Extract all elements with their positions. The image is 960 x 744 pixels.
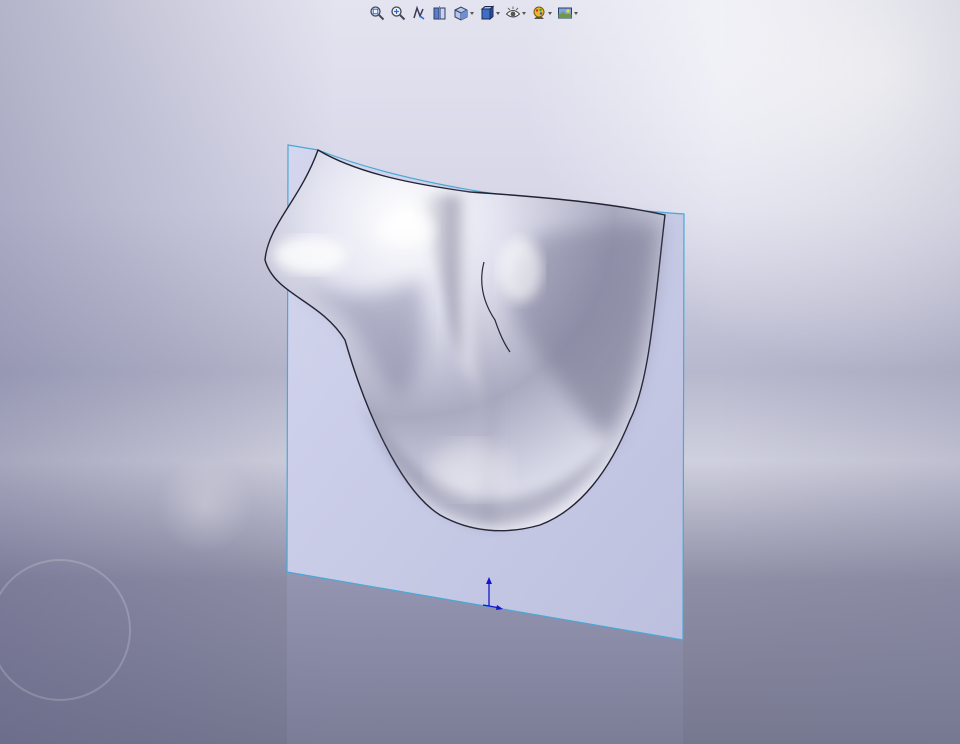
apply-scene-dropdown-caret[interactable] xyxy=(574,11,578,15)
zoom-to-fit-icon xyxy=(370,6,385,21)
display-style-icon xyxy=(480,5,495,21)
edit-appearance-dropdown-caret[interactable] xyxy=(548,11,552,15)
surface-highlight xyxy=(274,237,346,273)
hide-show-items-button[interactable] xyxy=(504,4,527,22)
heads-up-view-toolbar xyxy=(368,3,579,23)
display-style-dropdown-caret[interactable] xyxy=(496,11,500,15)
apply-scene-button[interactable] xyxy=(556,4,579,22)
view-orientation-dropdown-caret[interactable] xyxy=(470,11,474,15)
zoom-to-area-button[interactable] xyxy=(389,4,407,22)
section-view-button[interactable] xyxy=(431,4,449,22)
lens-glare xyxy=(0,559,131,701)
section-view-icon xyxy=(433,6,446,20)
zoom-to-fit-button[interactable] xyxy=(368,4,386,22)
lens-glare xyxy=(157,457,253,553)
hide-show-items-icon xyxy=(505,6,521,18)
graphics-area[interactable] xyxy=(0,0,960,744)
hide-show-items-dropdown-caret[interactable] xyxy=(522,11,526,15)
surface-highlight xyxy=(498,238,542,302)
view-orientation-button[interactable] xyxy=(452,4,475,22)
edit-appearance-icon xyxy=(533,6,545,19)
zoom-to-area-icon xyxy=(391,6,406,21)
previous-view-button[interactable] xyxy=(410,4,428,22)
edit-appearance-button[interactable] xyxy=(530,4,553,22)
surface-highlight xyxy=(430,442,510,498)
apply-scene-icon xyxy=(558,7,572,19)
model-scene[interactable] xyxy=(0,0,960,744)
surface-highlight xyxy=(375,214,435,246)
previous-view-icon xyxy=(413,5,425,20)
view-orientation-icon xyxy=(454,6,468,21)
display-style-button[interactable] xyxy=(478,4,501,22)
